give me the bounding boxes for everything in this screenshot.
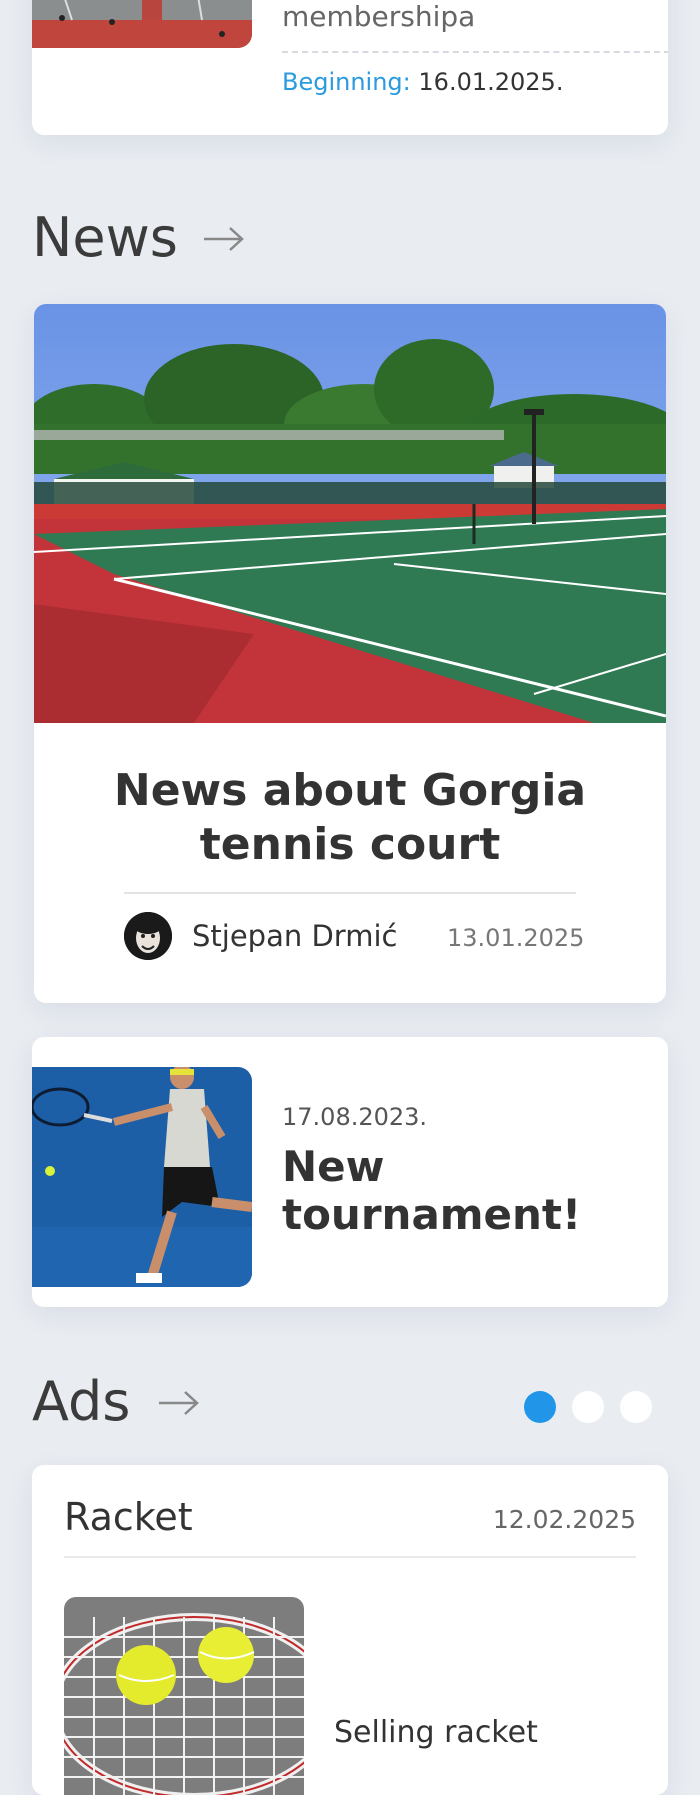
- news-card-main[interactable]: News about Gorgia tennis court Stjepan D…: [34, 304, 666, 1003]
- membership-card[interactable]: membershipa Beginning: 16.01.2025.: [32, 0, 668, 135]
- membership-image: [32, 0, 252, 48]
- author-name: Stjepan Drmić: [192, 919, 398, 953]
- ads-heading[interactable]: Ads: [32, 1370, 130, 1433]
- news-date: 13.01.2025: [447, 924, 585, 952]
- tennis-player-image: [32, 1067, 252, 1287]
- news-date: 17.08.2023.: [282, 1103, 428, 1131]
- ad-description: Selling racket: [334, 1715, 538, 1750]
- news-title[interactable]: New tournament!: [282, 1143, 642, 1239]
- tennis-court-image: [34, 304, 666, 723]
- ad-title: Racket: [64, 1495, 193, 1539]
- beginning-date: 16.01.2025.: [418, 68, 564, 96]
- ad-date: 12.02.2025: [492, 1505, 636, 1534]
- news-headline[interactable]: News about Gorgia tennis court: [74, 764, 626, 872]
- beginning-label: Beginning:: [282, 68, 411, 96]
- membership-beginning: Beginning: 16.01.2025.: [282, 68, 563, 96]
- carousel-dot-2[interactable]: [572, 1391, 604, 1423]
- avatar: [124, 912, 172, 960]
- carousel-dot-1[interactable]: [524, 1391, 556, 1423]
- divider: [282, 51, 668, 53]
- news-heading[interactable]: News: [32, 206, 178, 269]
- ad-card[interactable]: Racket 12.02.2025 Selling racket: [32, 1465, 668, 1795]
- news-card-secondary[interactable]: 17.08.2023. New tournament!: [32, 1037, 668, 1307]
- carousel-dot-3[interactable]: [620, 1391, 652, 1423]
- racket-image: [64, 1597, 304, 1795]
- arrow-right-icon[interactable]: [157, 1388, 201, 1418]
- divider: [64, 1556, 636, 1558]
- membership-title: membershipa: [282, 0, 476, 33]
- arrow-right-icon[interactable]: [202, 224, 246, 254]
- divider: [124, 892, 576, 894]
